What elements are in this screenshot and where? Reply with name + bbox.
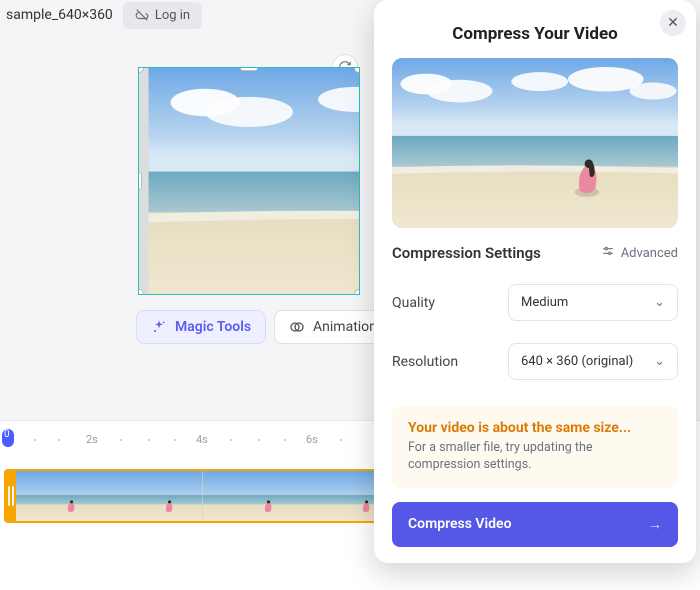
resize-handle[interactable]	[354, 289, 360, 295]
login-button[interactable]: Log in	[123, 2, 202, 29]
sliders-icon	[601, 244, 615, 262]
panel-video-preview	[392, 58, 678, 228]
advanced-link[interactable]: Advanced	[601, 244, 678, 262]
animation-icon	[289, 319, 305, 335]
quality-select[interactable]: Medium ⌄	[508, 284, 678, 321]
magic-tools-label: Magic Tools	[175, 319, 251, 335]
cta-label: Compress Video	[408, 516, 512, 532]
resolution-value: 640 × 360 (original)	[521, 354, 633, 369]
compress-panel: ✕ Compress Your Video Compression Settin…	[374, 0, 696, 563]
chevron-down-icon: ⌄	[654, 354, 665, 369]
arrow-right-icon: →	[648, 516, 662, 533]
close-button[interactable]: ✕	[660, 10, 686, 36]
panel-title: Compress Your Video	[392, 24, 678, 44]
chevron-down-icon: ⌄	[654, 295, 665, 310]
quality-label: Quality	[392, 295, 435, 311]
filename-label: sample_640×360	[6, 7, 113, 23]
clip-trim-handle[interactable]	[6, 471, 16, 521]
sparkle-icon	[151, 319, 167, 335]
resize-handle[interactable]	[138, 172, 142, 190]
info-subtitle: For a smaller file, try updating the com…	[408, 440, 662, 474]
tick-label: 2s	[86, 433, 98, 446]
close-icon: ✕	[667, 15, 679, 31]
advanced-label: Advanced	[621, 246, 678, 261]
settings-heading: Compression Settings	[392, 244, 541, 262]
playhead-label: 0	[4, 429, 10, 440]
tick-label: 6s	[306, 433, 318, 446]
quality-value: Medium	[521, 295, 568, 310]
canvas-video-frame[interactable]	[138, 67, 360, 295]
login-label: Log in	[155, 8, 190, 23]
magic-tools-button[interactable]: Magic Tools	[136, 310, 266, 344]
cloud-off-icon	[135, 8, 149, 22]
info-box: Your video is about the same size... For…	[392, 406, 678, 488]
animation-label: Animation	[313, 319, 377, 335]
video-preview	[139, 68, 359, 294]
info-title: Your video is about the same size...	[408, 420, 662, 436]
resolution-label: Resolution	[392, 354, 458, 370]
compress-video-button[interactable]: Compress Video →	[392, 502, 678, 547]
tick-label: 4s	[196, 433, 208, 446]
resolution-select[interactable]: 640 × 360 (original) ⌄	[508, 343, 678, 380]
resize-handle[interactable]	[240, 67, 258, 71]
